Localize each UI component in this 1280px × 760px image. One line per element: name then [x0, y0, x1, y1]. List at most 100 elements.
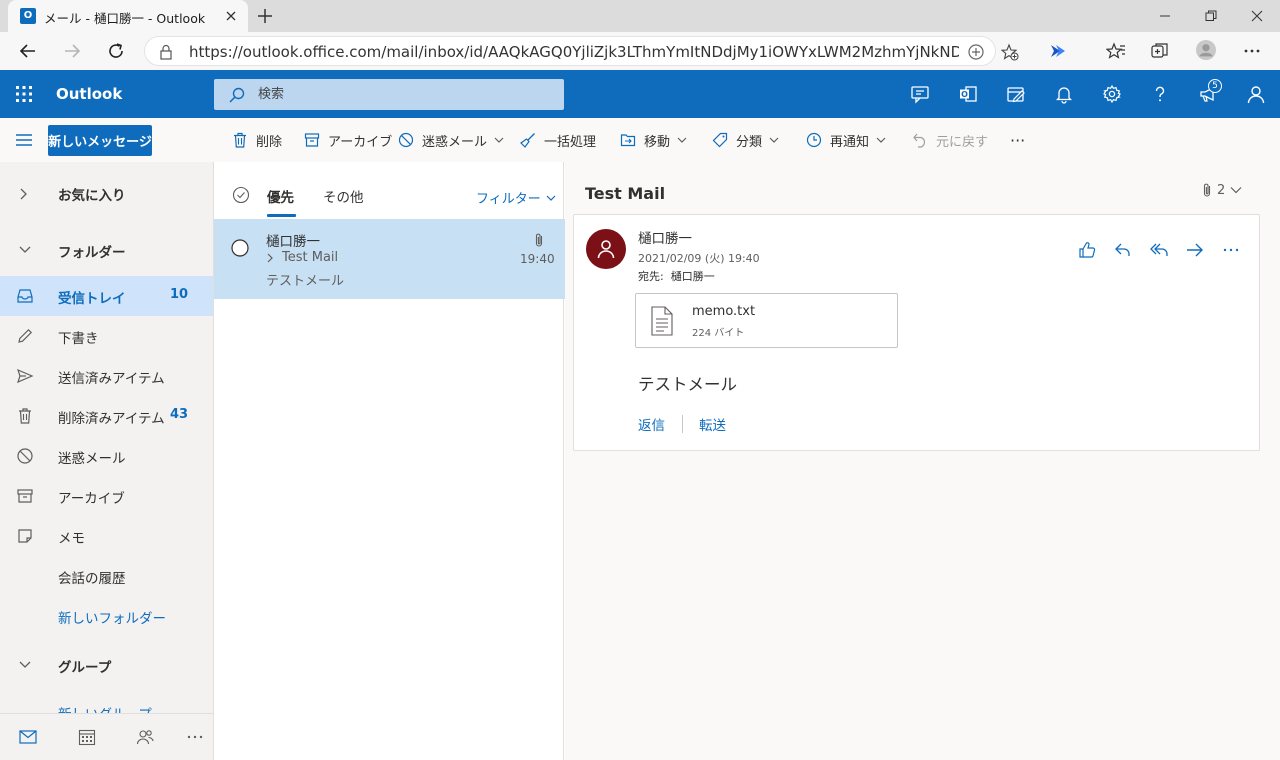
chevron-down-icon	[494, 137, 504, 143]
favorites-section-header[interactable]: お気に入り	[0, 174, 213, 214]
folders-section-header[interactable]: フォルダー	[0, 231, 213, 271]
forward-link[interactable]: 転送	[699, 414, 726, 434]
teams-chat-icon[interactable]	[910, 84, 930, 104]
add-to-favorites-plus-icon[interactable]	[967, 43, 985, 61]
tab-other[interactable]: その他	[323, 186, 364, 206]
folder-archive[interactable]: アーカイブ	[0, 476, 213, 516]
search-input[interactable]	[258, 83, 548, 105]
sweep-button[interactable]: 一括処理	[520, 118, 596, 162]
groups-label: グループ	[58, 660, 112, 676]
outlook-header: Outlook O 5	[0, 70, 1280, 118]
favorite-star-icon[interactable]	[1001, 43, 1019, 61]
browser-tab[interactable]: O メール - 樋口勝一 - Outlook	[8, 0, 248, 32]
undo-label: 元に戻す	[936, 134, 989, 150]
search-box[interactable]	[214, 79, 564, 110]
tab-focused[interactable]: 優先	[267, 186, 294, 206]
link-divider	[682, 415, 683, 433]
notification-bell-icon[interactable]	[1054, 84, 1074, 104]
like-icon[interactable]	[1076, 239, 1098, 261]
refresh-icon[interactable]	[106, 41, 126, 61]
message-list-item[interactable]: 樋口勝一 Test Mail テストメール 19:40	[214, 219, 565, 299]
send-icon	[17, 368, 34, 384]
reading-pane: Test Mail 2 樋口勝一 2021/02/09 (火) 19:40 宛先…	[565, 162, 1280, 760]
reply-link[interactable]: 返信	[638, 414, 665, 434]
more-actions-icon[interactable]	[1220, 239, 1242, 261]
more-apps-icon[interactable]	[186, 728, 204, 746]
mail-icon[interactable]	[19, 730, 37, 744]
more-menu-icon[interactable]	[1242, 41, 1262, 61]
folder-pane: お気に入り フォルダー 受信トレイ 10 下書き 送信済みアイテム 削除済みアイ…	[0, 162, 213, 760]
new-message-button[interactable]: 新しいメッセージ	[48, 125, 152, 156]
reply-all-icon[interactable]	[1148, 239, 1170, 261]
sender-avatar[interactable]	[586, 229, 626, 269]
close-window-button[interactable]	[1234, 0, 1280, 32]
snooze-label: 再通知	[830, 134, 870, 150]
favorites-icon[interactable]	[1106, 41, 1126, 61]
message-sender: 樋口勝一	[266, 234, 320, 250]
folder-conversation-history[interactable]: 会話の履歴	[0, 556, 213, 596]
folder-inbox[interactable]: 受信トレイ 10	[0, 276, 213, 316]
close-tab-icon[interactable]	[222, 7, 240, 25]
app-brand[interactable]: Outlook	[56, 85, 122, 103]
snooze-button[interactable]: 再通知	[806, 118, 887, 162]
search-icon	[229, 87, 245, 103]
chevron-down-icon	[1230, 187, 1242, 194]
categorize-button[interactable]: 分類	[712, 118, 780, 162]
groups-section-header[interactable]: グループ	[0, 646, 213, 686]
folder-drafts[interactable]: 下書き	[0, 316, 213, 356]
archive-button[interactable]: アーカイブ	[304, 118, 392, 162]
inbox-icon	[17, 289, 33, 303]
folder-notes[interactable]: メモ	[0, 516, 213, 556]
my-day-icon[interactable]	[1006, 84, 1026, 104]
browser-nav-bar: https://outlook.office.com/mail/inbox/id…	[0, 32, 1280, 70]
module-switcher	[0, 713, 213, 760]
help-icon[interactable]	[1150, 84, 1170, 104]
move-button[interactable]: 移動	[620, 118, 688, 162]
restore-button[interactable]	[1188, 0, 1234, 32]
trash-icon	[234, 132, 246, 148]
calendar-icon[interactable]	[78, 728, 96, 746]
url-text[interactable]: https://outlook.office.com/mail/inbox/id…	[189, 43, 959, 61]
lock-icon[interactable]	[159, 44, 173, 60]
archive-icon	[304, 133, 320, 147]
trash-icon	[19, 408, 31, 424]
pencil-icon	[18, 328, 33, 343]
new-tab-icon[interactable]	[256, 7, 274, 25]
chevron-down-icon	[19, 246, 31, 253]
folder-deleted[interactable]: 削除済みアイテム 43	[0, 396, 213, 436]
back-icon[interactable]	[18, 41, 38, 61]
office-app-icon[interactable]: O	[958, 84, 978, 104]
attachment-tile[interactable]: memo.txt 224 バイト	[635, 293, 898, 348]
settings-gear-icon[interactable]	[1102, 84, 1122, 104]
folder-junk[interactable]: 迷惑メール	[0, 436, 213, 476]
sender-name[interactable]: 樋口勝一	[638, 227, 692, 247]
sweep-label: 一括処理	[544, 134, 597, 150]
junk-button[interactable]: 迷惑メール	[398, 118, 505, 162]
reply-icon[interactable]	[1112, 239, 1134, 261]
categorize-label: 分類	[736, 134, 763, 150]
hamburger-menu-icon[interactable]	[14, 132, 34, 148]
person-icon	[597, 240, 615, 259]
undo-button[interactable]: 元に戻す	[912, 118, 988, 162]
minimize-button[interactable]	[1142, 0, 1188, 32]
filter-button[interactable]: フィルター	[476, 188, 557, 207]
recipient-name[interactable]: 樋口勝一	[671, 270, 715, 283]
people-icon[interactable]	[136, 728, 154, 746]
folder-sent[interactable]: 送信済みアイテム	[0, 356, 213, 396]
more-commands-button[interactable]: ···	[1010, 118, 1025, 162]
forward-icon[interactable]	[62, 41, 82, 61]
app-launcher-icon[interactable]	[14, 84, 34, 104]
select-message-checkbox[interactable]	[231, 239, 249, 257]
note-icon	[18, 529, 32, 543]
address-bar[interactable]: https://outlook.office.com/mail/inbox/id…	[144, 36, 1019, 66]
new-folder-link[interactable]: 新しいフォルダー	[0, 596, 213, 636]
attachment-count-toggle[interactable]: 2	[1201, 182, 1247, 198]
extension-icon[interactable]	[1048, 41, 1068, 61]
delete-button[interactable]: 削除	[232, 118, 282, 162]
collections-icon[interactable]	[1150, 41, 1170, 61]
account-manager-icon[interactable]	[1246, 84, 1266, 104]
select-all-check-icon[interactable]	[232, 186, 250, 204]
profile-avatar-icon[interactable]	[1196, 40, 1216, 60]
chevron-right-icon	[267, 253, 273, 262]
forward-icon[interactable]	[1184, 239, 1206, 261]
